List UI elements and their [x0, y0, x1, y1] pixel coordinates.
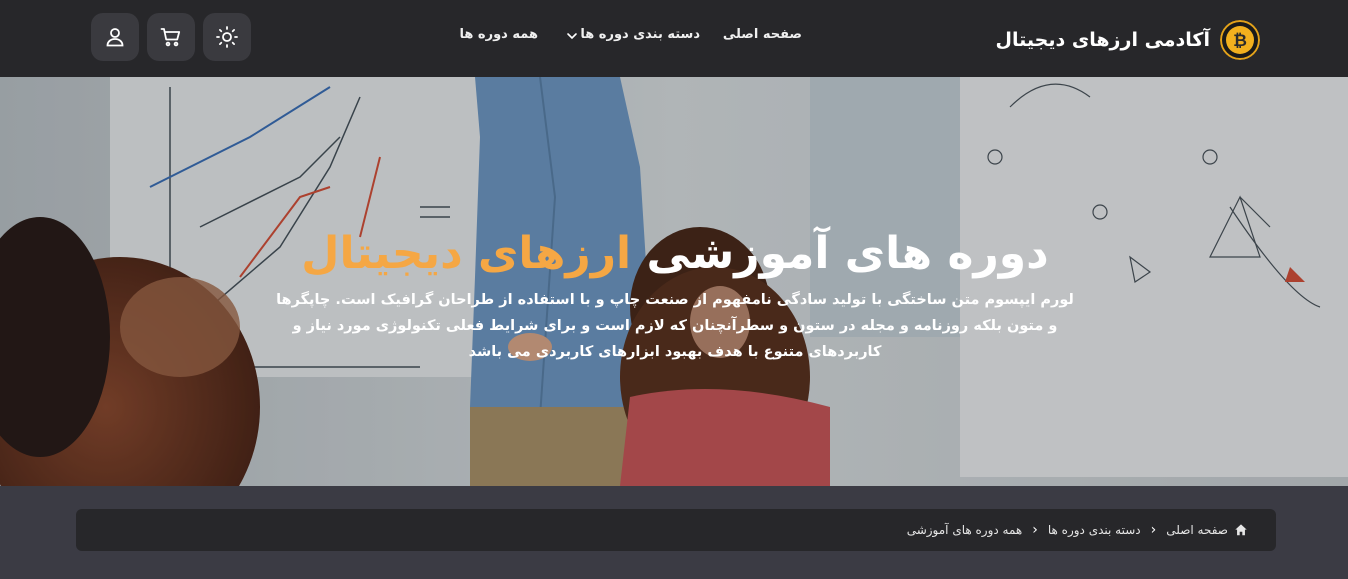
hero-title-accent: ارزهای دیجیتال: [301, 228, 632, 279]
nav-home[interactable]: صفحه اصلی: [723, 27, 802, 42]
nav-all-courses[interactable]: همه دوره ها: [460, 27, 538, 42]
brand[interactable]: ₿ آکادمی ارزهای دیجیتال: [996, 20, 1260, 60]
chevron-left-icon: ‹: [1032, 522, 1038, 538]
home-icon: [1235, 524, 1247, 536]
breadcrumb-current: همه دوره های آموزشی: [906, 523, 1023, 537]
bitcoin-logo: ₿: [1220, 20, 1260, 60]
hero-section: دوره های آموزشی ارزهای دیجیتال لورم ایپس…: [0, 77, 1348, 486]
breadcrumb-categories[interactable]: دسته بندی دوره ها: [1048, 523, 1141, 537]
nav-categories[interactable]: دسته بندی دوره ها: [580, 27, 700, 42]
hero-title-main: دوره های آموزشی: [646, 228, 1049, 279]
hero-description: لورم ایپسوم متن ساختگی با تولید سادگی نا…: [276, 292, 1074, 360]
breadcrumb-home[interactable]: صفحه اصلی: [1166, 523, 1228, 537]
breadcrumb: صفحه اصلی ‹ دسته بندی دوره ها ‹ همه دوره…: [76, 509, 1276, 551]
chevron-left-icon: ‹: [1150, 522, 1157, 538]
hero-title: دوره های آموزشی ارزهای دیجیتال: [270, 224, 1080, 284]
top-header: صفحه اصلی دسته بندی دوره ها همه دوره ها …: [0, 0, 1348, 77]
svg-text:₿: ₿: [1233, 31, 1247, 50]
brand-title: آکادمی ارزهای دیجیتال: [995, 29, 1210, 51]
chevron-down-icon[interactable]: [566, 30, 578, 46]
